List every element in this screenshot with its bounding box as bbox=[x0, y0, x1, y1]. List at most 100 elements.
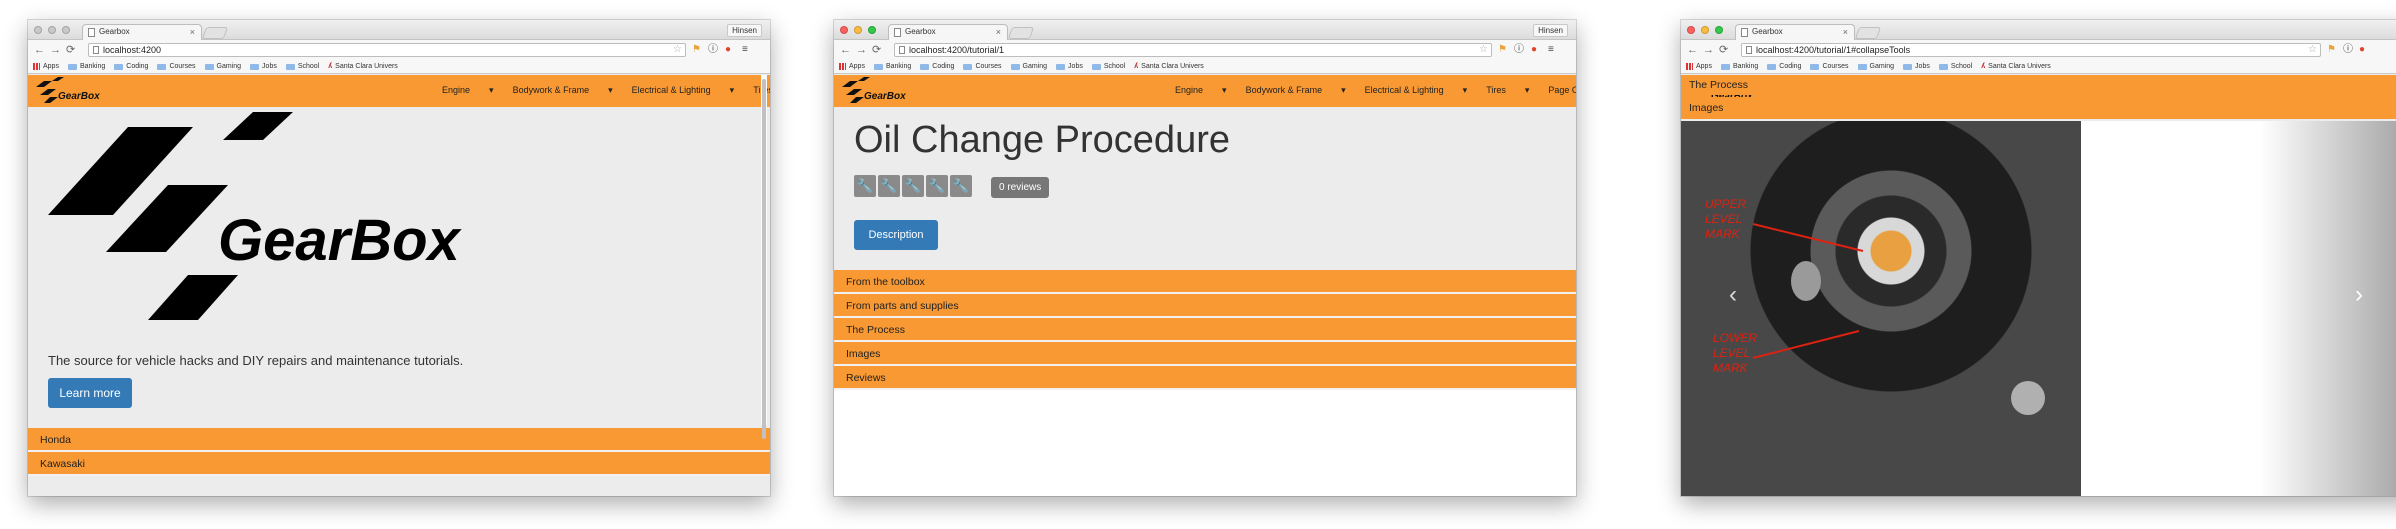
info-icon[interactable]: ⓘ bbox=[1514, 43, 1524, 57]
minimize-window-button[interactable] bbox=[854, 26, 862, 34]
reload-icon[interactable]: ⟳ bbox=[1719, 43, 1728, 57]
wrench-icon[interactable]: 🔧 bbox=[854, 175, 876, 197]
minimize-window-button[interactable] bbox=[48, 26, 56, 34]
bookmark-star-icon[interactable]: ☆ bbox=[1479, 44, 1488, 56]
back-icon[interactable]: ← bbox=[34, 43, 45, 57]
menu-tires[interactable]: Tires▾ bbox=[1486, 85, 1529, 96]
bookmark-santa-clara[interactable]: ʎ Santa Clara Univers bbox=[1981, 63, 2051, 70]
gearbox-logo[interactable]: GearBox bbox=[840, 77, 920, 105]
address-bar[interactable]: localhost:4200/tutorial/1#collapseTools … bbox=[1741, 43, 2321, 57]
bookmark-apps[interactable]: Apps bbox=[33, 63, 59, 70]
menu-electrical[interactable]: Electrical & Lighting▾ bbox=[632, 85, 735, 96]
zoom-window-button[interactable] bbox=[62, 26, 70, 34]
close-window-button[interactable] bbox=[1687, 26, 1695, 34]
description-button[interactable]: Description bbox=[854, 220, 938, 250]
browser-tab[interactable]: Gearbox × bbox=[1735, 24, 1855, 40]
minimize-window-button[interactable] bbox=[1701, 26, 1709, 34]
bookmark-folder[interactable]: School bbox=[1091, 63, 1125, 70]
bookmark-star-icon[interactable]: ☆ bbox=[2308, 44, 2317, 56]
gearbox-logo[interactable]: GearBox bbox=[34, 77, 114, 105]
tab-close-icon[interactable]: × bbox=[996, 25, 1001, 39]
opera-icon[interactable]: ● bbox=[1531, 43, 1537, 57]
back-icon[interactable]: ← bbox=[840, 43, 851, 57]
wrench-rating[interactable]: 🔧 🔧 🔧 🔧 🔧 bbox=[854, 175, 972, 197]
bookmark-folder[interactable]: Jobs bbox=[1903, 63, 1930, 70]
section-reviews[interactable]: Reviews bbox=[834, 366, 1576, 390]
bookmark-folder[interactable]: Courses bbox=[963, 63, 1002, 70]
section-the-process[interactable]: The Process bbox=[834, 318, 1576, 342]
opera-icon[interactable]: ● bbox=[2359, 43, 2365, 57]
forward-icon[interactable]: → bbox=[1703, 43, 1714, 57]
bookmark-folder[interactable]: Jobs bbox=[250, 63, 277, 70]
new-tab-button[interactable] bbox=[201, 27, 229, 39]
bookmark-folder[interactable]: Coding bbox=[114, 63, 148, 70]
bookmark-folder[interactable]: School bbox=[1938, 63, 1972, 70]
info-icon[interactable]: ⓘ bbox=[2343, 43, 2353, 57]
extension-icon[interactable]: ⚑ bbox=[1498, 43, 1507, 57]
opera-icon[interactable]: ● bbox=[725, 43, 731, 57]
menu-bodywork[interactable]: Bodywork & Frame▾ bbox=[1246, 85, 1346, 96]
profile-button[interactable]: Hinsen bbox=[1533, 24, 1568, 37]
bookmark-folder[interactable]: Gaming bbox=[1857, 63, 1894, 70]
wrench-icon[interactable]: 🔧 bbox=[950, 175, 972, 197]
section-images[interactable]: Images bbox=[1681, 97, 2396, 119]
wrench-icon[interactable]: 🔧 bbox=[902, 175, 924, 197]
profile-button[interactable]: Hinsen bbox=[727, 24, 762, 37]
section-the-process[interactable]: The Process bbox=[1681, 75, 2396, 95]
list-item[interactable]: Honda bbox=[28, 428, 770, 452]
wrench-icon[interactable]: 🔧 bbox=[926, 175, 948, 197]
bookmark-folder[interactable]: Gaming bbox=[1010, 63, 1047, 70]
close-window-button[interactable] bbox=[840, 26, 848, 34]
bookmark-folder[interactable]: School bbox=[285, 63, 319, 70]
zoom-window-button[interactable] bbox=[868, 26, 876, 34]
browser-tab[interactable]: Gearbox × bbox=[888, 24, 1008, 40]
close-window-button[interactable] bbox=[34, 26, 42, 34]
tab-close-icon[interactable]: × bbox=[1843, 25, 1848, 39]
info-icon[interactable]: ⓘ bbox=[708, 43, 718, 57]
reload-icon[interactable]: ⟳ bbox=[872, 43, 881, 57]
bookmark-star-icon[interactable]: ☆ bbox=[673, 44, 682, 56]
list-item[interactable]: Kawasaki bbox=[28, 452, 770, 476]
new-tab-button[interactable] bbox=[1854, 27, 1882, 39]
forward-icon[interactable]: → bbox=[856, 43, 867, 57]
bookmark-folder[interactable]: Courses bbox=[157, 63, 196, 70]
tab-close-icon[interactable]: × bbox=[190, 25, 195, 39]
browser-tab[interactable]: Gearbox × bbox=[82, 24, 202, 40]
extension-icon[interactable]: ⚑ bbox=[2327, 43, 2336, 57]
zoom-window-button[interactable] bbox=[1715, 26, 1723, 34]
section-from-the-toolbox[interactable]: From the toolbox bbox=[834, 270, 1576, 294]
menu-engine[interactable]: Engine▾ bbox=[1175, 85, 1227, 96]
menu-electrical[interactable]: Electrical & Lighting▾ bbox=[1365, 85, 1468, 96]
bookmark-folder[interactable]: Coding bbox=[1767, 63, 1801, 70]
menu-engine[interactable]: Engine▾ bbox=[442, 85, 494, 96]
back-icon[interactable]: ← bbox=[1687, 43, 1698, 57]
address-bar[interactable]: localhost:4200 ☆ bbox=[88, 43, 686, 57]
section-parts-and-supplies[interactable]: From parts and supplies bbox=[834, 294, 1576, 318]
carousel-next-icon[interactable]: › bbox=[2355, 281, 2363, 309]
forward-icon[interactable]: → bbox=[50, 43, 61, 57]
bookmark-folder[interactable]: Jobs bbox=[1056, 63, 1083, 70]
bookmark-folder[interactable]: Courses bbox=[1810, 63, 1849, 70]
bookmark-folder[interactable]: Gaming bbox=[204, 63, 241, 70]
learn-more-button[interactable]: Learn more bbox=[48, 378, 132, 408]
scrollbar-thumb[interactable] bbox=[762, 79, 766, 439]
menu-icon[interactable]: ≡ bbox=[742, 43, 748, 57]
bookmark-folder[interactable]: Coding bbox=[920, 63, 954, 70]
menu-page-options[interactable]: Page Options▾ bbox=[1548, 85, 1576, 96]
extension-icon[interactable]: ⚑ bbox=[692, 43, 701, 57]
bookmark-apps[interactable]: Apps bbox=[839, 63, 865, 70]
bookmark-santa-clara[interactable]: ʎ Santa Clara Univers bbox=[1134, 63, 1204, 70]
wrench-icon[interactable]: 🔧 bbox=[878, 175, 900, 197]
bookmark-folder[interactable]: Banking bbox=[1720, 63, 1758, 70]
address-bar[interactable]: localhost:4200/tutorial/1 ☆ bbox=[894, 43, 1492, 57]
menu-bodywork[interactable]: Bodywork & Frame▾ bbox=[513, 85, 613, 96]
bookmark-folder[interactable]: Banking bbox=[873, 63, 911, 70]
new-tab-button[interactable] bbox=[1007, 27, 1035, 39]
carousel-prev-icon[interactable]: ‹ bbox=[1729, 281, 1737, 309]
menu-icon[interactable]: ≡ bbox=[1548, 43, 1554, 57]
bookmark-folder[interactable]: Banking bbox=[67, 63, 105, 70]
section-images[interactable]: Images bbox=[834, 342, 1576, 366]
reload-icon[interactable]: ⟳ bbox=[66, 43, 75, 57]
bookmark-santa-clara[interactable]: ʎ Santa Clara Univers bbox=[328, 63, 398, 70]
bookmark-apps[interactable]: Apps bbox=[1686, 63, 1712, 70]
